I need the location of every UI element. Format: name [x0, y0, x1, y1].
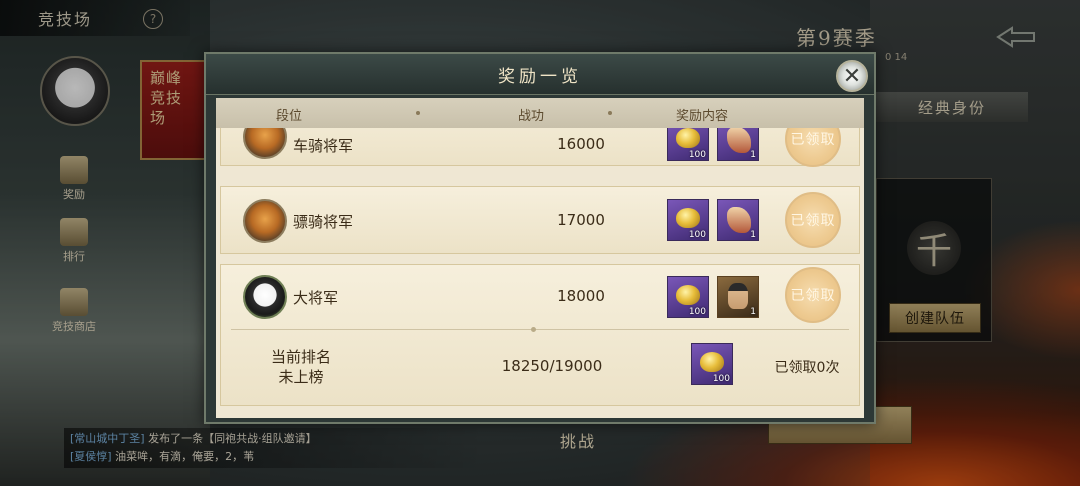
item-quantity: 100 — [688, 307, 706, 317]
current-rank: 当前排名 未上榜 — [231, 347, 371, 387]
rank-name: 车骑将军 — [293, 137, 354, 155]
column-rewards: 奖励内容 — [676, 109, 729, 124]
claimed-count: 已领取0次 — [774, 360, 840, 376]
divider-dot — [531, 327, 536, 332]
gold-ingot-icon — [676, 208, 700, 228]
gold-ingot-item[interactable]: 100 — [667, 276, 709, 318]
claimed-stamp: 已领取 — [785, 267, 841, 323]
column-rank: 段位 — [276, 109, 303, 124]
tiger-icon — [243, 199, 287, 243]
item-quantity: 100 — [688, 230, 706, 240]
power-value: 16000 — [557, 135, 605, 153]
rewards-list[interactable]: 段位 战功 奖励内容 车骑将军 16000 100 1 已领取 骠骑将军 170… — [216, 98, 864, 418]
modal-header: 奖励一览 ✕ — [206, 54, 874, 95]
reward-row: 骠骑将军 17000 100 1 已领取 — [220, 186, 860, 254]
hero-portrait-icon — [728, 283, 748, 309]
power-value: 18000 — [557, 287, 605, 305]
item-quantity: 1 — [750, 230, 756, 240]
current-rank-label: 当前排名 — [270, 348, 331, 366]
token-icon — [727, 127, 751, 153]
column-power: 战功 — [518, 109, 545, 124]
header-dot — [608, 111, 612, 115]
close-icon[interactable]: ✕ — [836, 60, 868, 92]
rank-name: 骠骑将军 — [293, 213, 354, 231]
item-quantity: 100 — [712, 374, 730, 384]
column-header: 段位 战功 奖励内容 — [216, 98, 864, 128]
gold-ingot-icon — [676, 128, 700, 148]
divider — [231, 329, 849, 330]
claimed-stamp: 已领取 — [785, 192, 841, 248]
hero-card-item[interactable]: 1 — [717, 276, 759, 318]
header-dot — [416, 111, 420, 115]
gold-ingot-icon — [700, 352, 724, 372]
token-item[interactable]: 1 — [717, 199, 759, 241]
gold-ingot-icon — [676, 285, 700, 305]
panda-icon — [243, 275, 287, 319]
item-quantity: 1 — [750, 150, 756, 160]
current-rank-value: 未上榜 — [278, 368, 324, 386]
item-quantity: 1 — [750, 307, 756, 317]
token-icon — [727, 207, 751, 233]
reward-row: 大将军 18000 100 1 已领取 当前排名 未上榜 18250/19000… — [220, 264, 860, 406]
rank-name: 大将军 — [293, 289, 339, 307]
rewards-modal: 奖励一览 ✕ 段位 战功 奖励内容 车骑将军 16000 100 1 已领取 骠… — [204, 52, 876, 424]
power-value: 17000 — [557, 211, 605, 229]
modal-title: 奖励一览 — [498, 67, 582, 87]
gold-ingot-item[interactable]: 100 — [667, 199, 709, 241]
current-progress: 18250/19000 — [501, 357, 603, 375]
gold-ingot-item[interactable]: 100 — [691, 343, 733, 385]
item-quantity: 100 — [688, 150, 706, 160]
